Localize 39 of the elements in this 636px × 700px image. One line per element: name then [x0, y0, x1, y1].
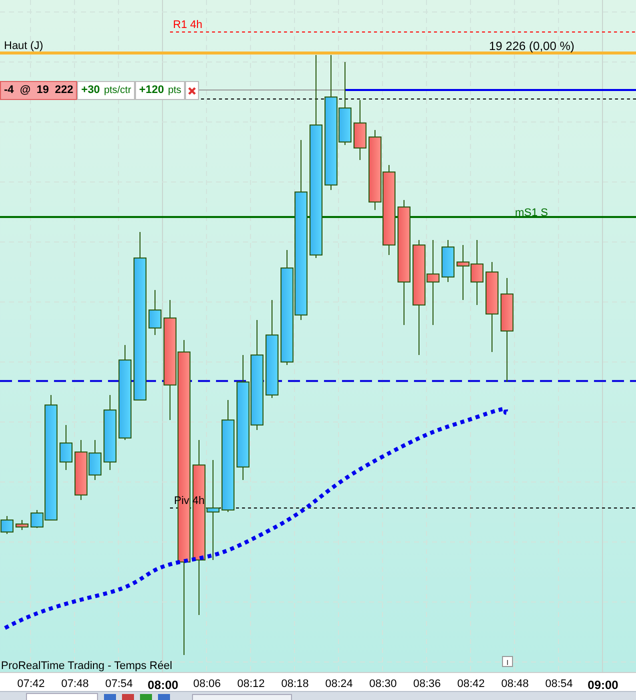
- level-label: Haut (J): [4, 39, 44, 54]
- close-button[interactable]: [185, 81, 200, 100]
- toolbar-icon[interactable]: [122, 694, 134, 700]
- candlestick: [148, 290, 162, 336]
- time-label: 08:18: [280, 677, 310, 692]
- time-label: 08:00: [146, 677, 180, 694]
- toolbar-tab[interactable]: [26, 693, 98, 700]
- candlestick: [442, 240, 454, 282]
- candlestick: [456, 244, 470, 300]
- total-profit: +120 pts: [135, 81, 186, 100]
- toolbar-icon[interactable]: [140, 694, 152, 700]
- candlestick: [60, 424, 72, 470]
- time-label: 08:24: [324, 677, 354, 692]
- time-label: 08:30: [368, 677, 398, 692]
- close-icon: [188, 86, 196, 94]
- level-value: 19 226 (0,00 %): [489, 38, 574, 55]
- time-label: 08:48: [500, 677, 530, 692]
- candlestick: [0, 516, 14, 534]
- level-label: R1 4h: [173, 18, 202, 33]
- time-label: 09:00: [586, 677, 620, 694]
- profit-per-contract: +30 pts/ctr: [77, 81, 136, 100]
- toolbar-icon[interactable]: [104, 694, 116, 700]
- level-label: mS1 S: [515, 206, 548, 221]
- time-label: 08:12: [236, 677, 266, 692]
- time-label: 07:48: [60, 677, 90, 692]
- toolbar-icon[interactable]: [158, 694, 170, 700]
- time-label: 08:36: [412, 677, 442, 692]
- candlestick: [16, 520, 28, 530]
- position-badge: -4 @ 19 222: [0, 81, 78, 100]
- time-label: 07:42: [16, 677, 46, 692]
- time-label: 08:54: [544, 677, 574, 692]
- candlestick: [470, 240, 484, 306]
- time-label: 08:42: [456, 677, 486, 692]
- info-icon[interactable]: [502, 656, 513, 667]
- time-label: 08:06: [192, 677, 222, 692]
- scroll-bar[interactable]: [192, 694, 292, 700]
- data-source-label: ProRealTime Trading - Temps Réel: [1, 659, 172, 674]
- time-label: 07:54: [104, 677, 134, 692]
- candlestick: [354, 100, 366, 160]
